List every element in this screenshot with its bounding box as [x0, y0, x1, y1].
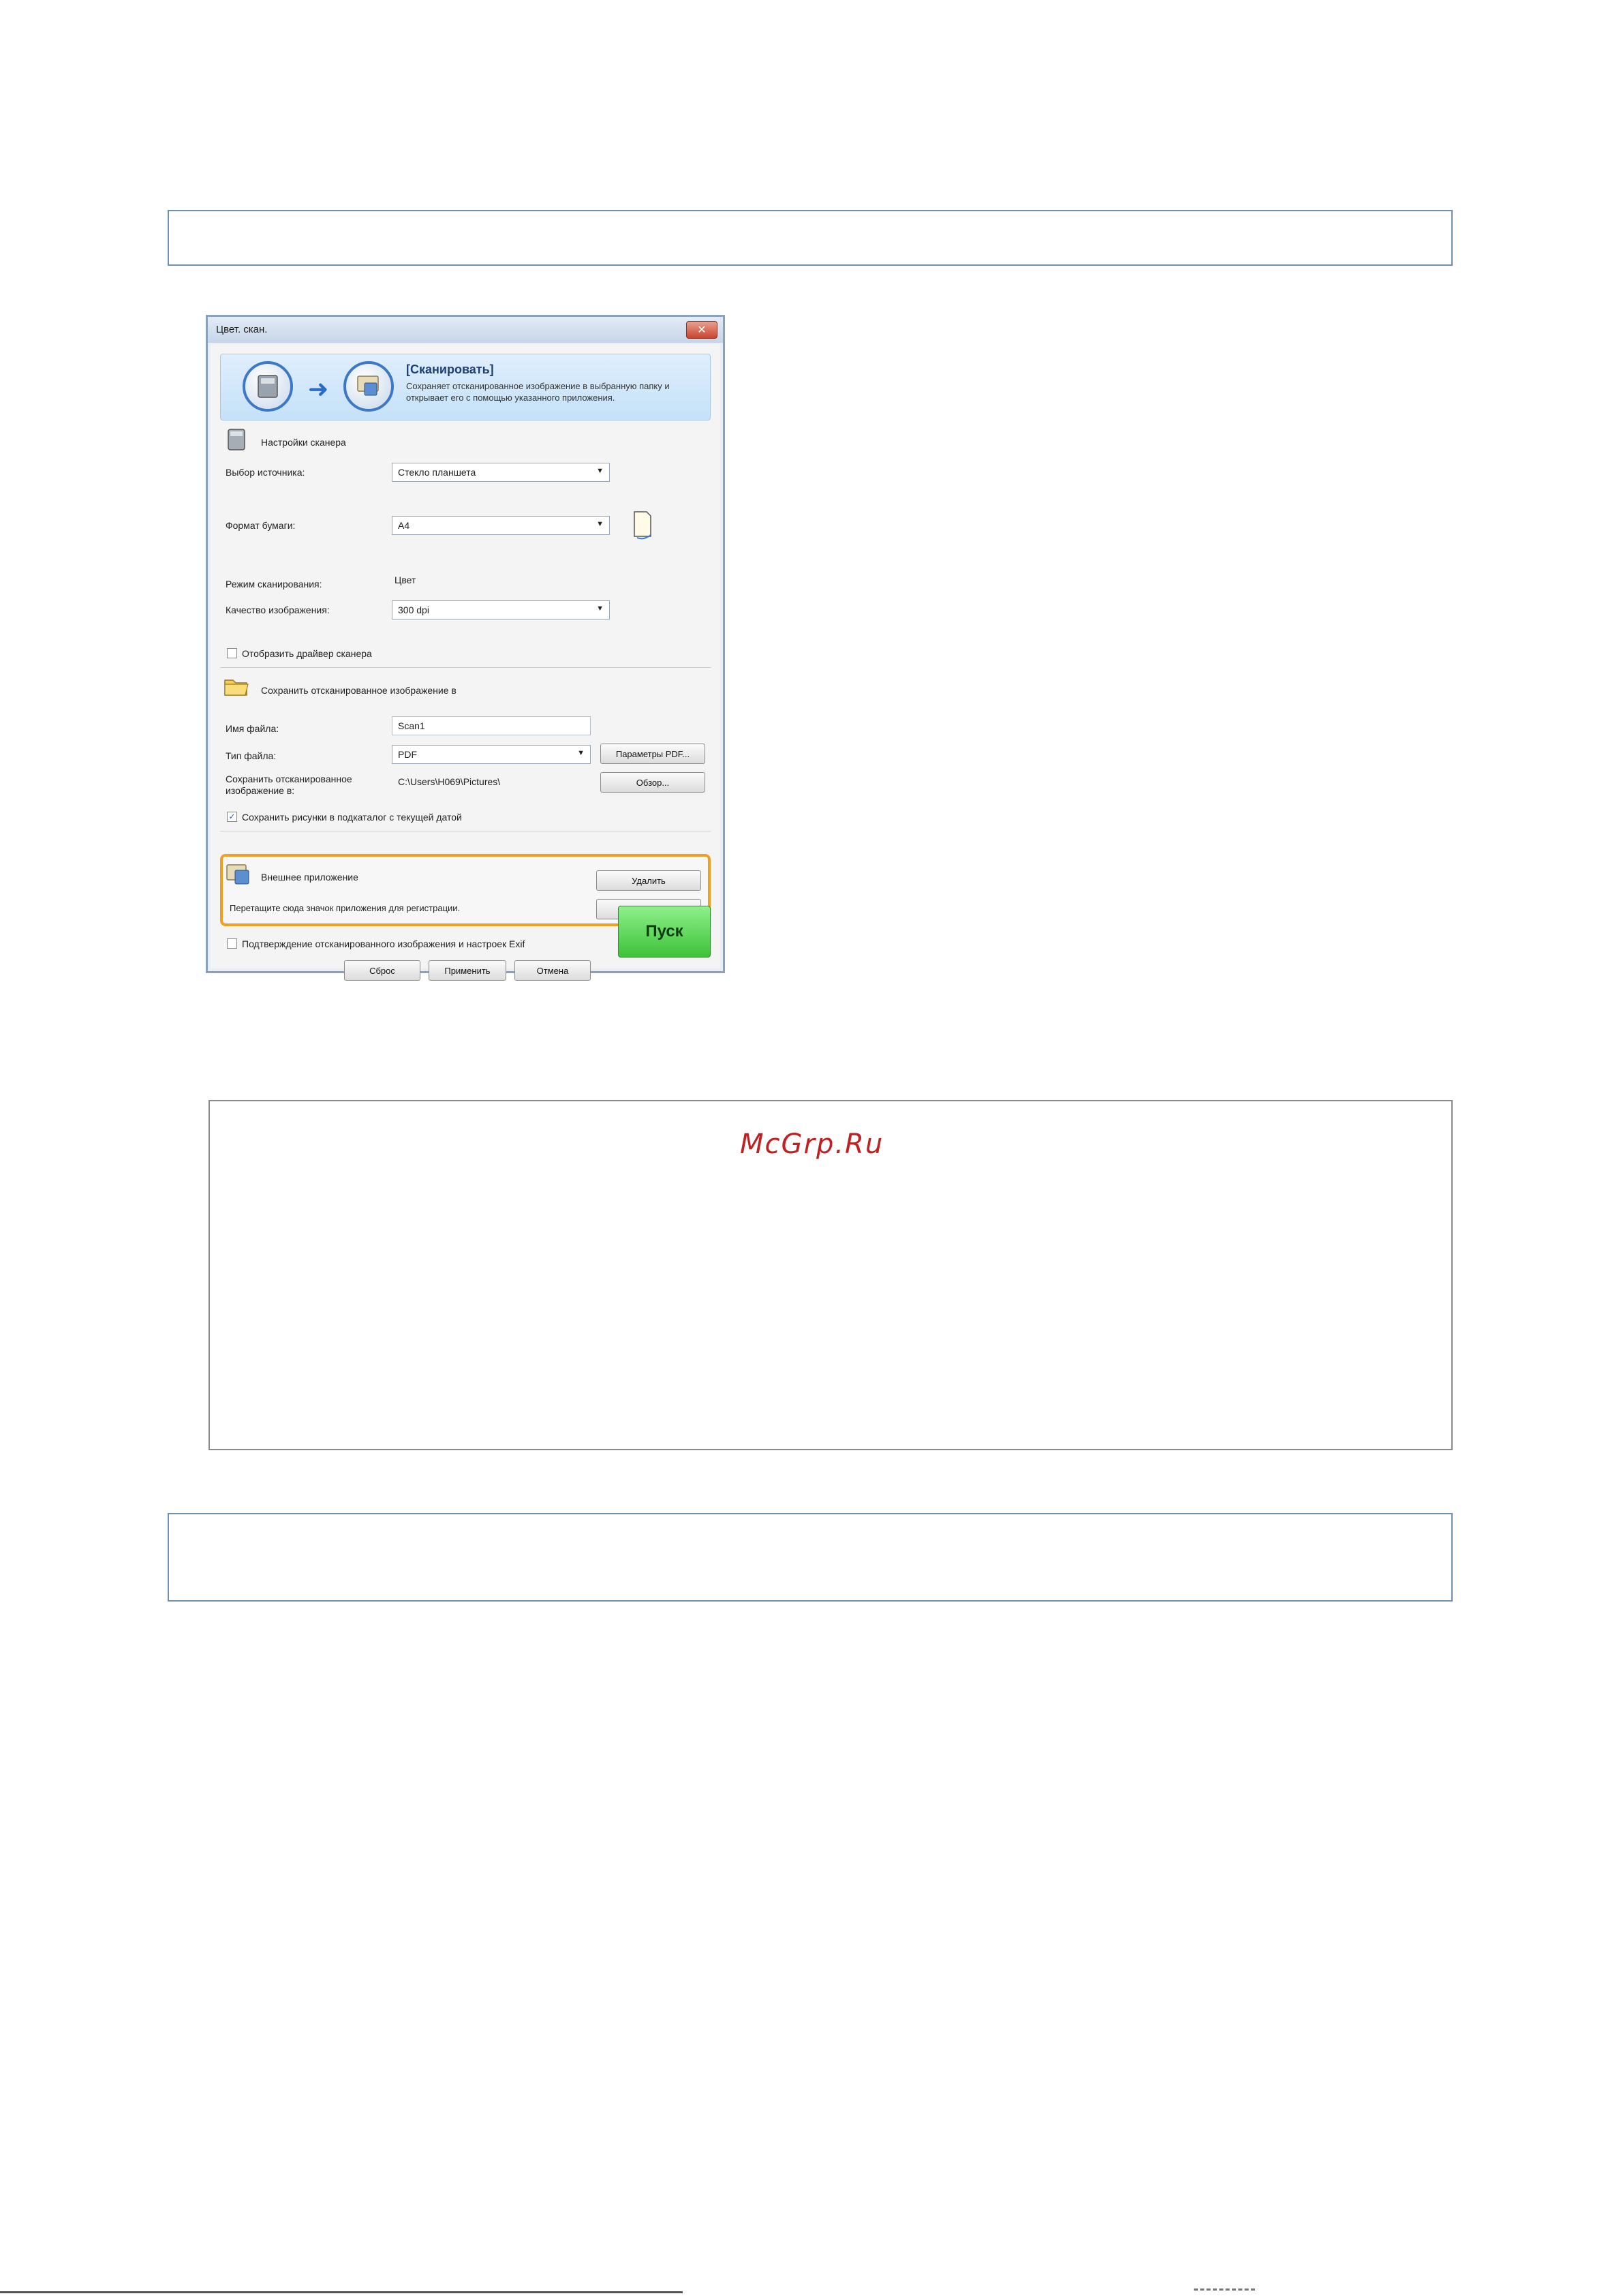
confirm-exif-checkbox[interactable]: [227, 938, 237, 949]
source-value: Стекло планшета: [398, 467, 476, 478]
source-select[interactable]: Стекло планшета ▼: [392, 463, 610, 482]
footer-marks: [1194, 2289, 1255, 2293]
subfolder-checkbox[interactable]: ✓: [227, 812, 237, 822]
scanner-icon: [243, 361, 293, 412]
browse-button[interactable]: Обзор...: [600, 772, 705, 793]
top-note-box: [168, 210, 1453, 266]
external-app-heading: Внешнее приложение: [261, 872, 358, 883]
watermark-text: McGrp.Ru: [740, 1129, 884, 1160]
chevron-down-icon: ▼: [577, 749, 585, 757]
mode-banner: ➜ [Сканировать] Сохраняет отсканированно…: [220, 354, 711, 420]
show-driver-checkbox[interactable]: [227, 648, 237, 658]
close-button[interactable]: ✕: [686, 321, 717, 339]
close-icon: ✕: [697, 324, 707, 336]
banner-description: Сохраняет отсканированное изображение в …: [406, 381, 670, 403]
window-title: Цвет. скан.: [216, 324, 268, 335]
scan-dialog-window: Цвет. скан. ✕ ➜ [Сканировать] Сохраняет: [206, 315, 725, 981]
footer-rule: [0, 2291, 683, 2293]
file-type-select[interactable]: PDF ▼: [392, 745, 591, 764]
save-to-label: Сохранить отсканированное изображение в:: [226, 774, 352, 796]
chevron-down-icon: ▼: [596, 604, 604, 613]
source-label: Выбор источника:: [226, 467, 305, 478]
show-driver-label: Отобразить драйвер сканера: [242, 648, 372, 659]
scanner-settings-icon: [223, 426, 250, 453]
cancel-button[interactable]: Отмена: [514, 960, 591, 981]
subfolder-label: Сохранить рисунки в подкаталог с текущей…: [242, 812, 462, 823]
save-to-path: C:\Users\H069\Pictures\: [392, 772, 591, 791]
pdf-settings-button[interactable]: Параметры PDF...: [600, 744, 705, 764]
quality-value: 300 dpi: [398, 604, 429, 615]
save-to-value: C:\Users\H069\Pictures\: [398, 776, 501, 787]
file-type-label: Тип файла:: [226, 750, 277, 761]
file-name-value: Scan1: [398, 720, 425, 731]
file-name-label: Имя файла:: [226, 723, 279, 734]
paper-size-select[interactable]: A4 ▼: [392, 516, 610, 535]
delete-app-button[interactable]: Удалить: [596, 870, 701, 891]
arrow-right-icon: ➜: [308, 375, 329, 403]
scanner-settings-heading: Настройки сканера: [261, 437, 346, 448]
chevron-down-icon: ▼: [596, 520, 604, 528]
folder-icon: [223, 673, 250, 700]
save-settings-heading: Сохранить отсканированное изображение в: [261, 685, 457, 696]
computer-app-icon: [343, 361, 394, 412]
start-scan-button[interactable]: Пуск: [618, 906, 711, 958]
paper-icon: [632, 510, 653, 542]
paper-size-value: A4: [398, 520, 410, 531]
quality-label: Качество изображения:: [226, 604, 330, 615]
reset-button[interactable]: Сброс: [344, 960, 420, 981]
dialog-client-area: ➜ [Сканировать] Сохраняет отсканированно…: [211, 344, 720, 981]
confirm-exif-label: Подтверждение отсканированного изображен…: [242, 938, 525, 949]
scan-mode-value: Цвет: [395, 575, 416, 585]
apply-button[interactable]: Применить: [429, 960, 506, 981]
scan-mode-label: Режим сканирования:: [226, 579, 322, 590]
file-type-value: PDF: [398, 749, 417, 760]
banner-title: [Сканировать]: [406, 363, 494, 376]
external-app-hint: Перетащите сюда значок приложения для ре…: [230, 903, 461, 913]
paper-size-label: Формат бумаги:: [226, 520, 296, 531]
title-bar: Цвет. скан. ✕: [208, 317, 723, 343]
quality-select[interactable]: 300 dpi ▼: [392, 600, 610, 619]
file-name-input[interactable]: Scan1: [392, 716, 591, 735]
chevron-down-icon: ▼: [596, 467, 604, 475]
divider: [220, 667, 711, 668]
external-app-icon: [226, 861, 253, 888]
bottom-note-box: [168, 1513, 1453, 1602]
